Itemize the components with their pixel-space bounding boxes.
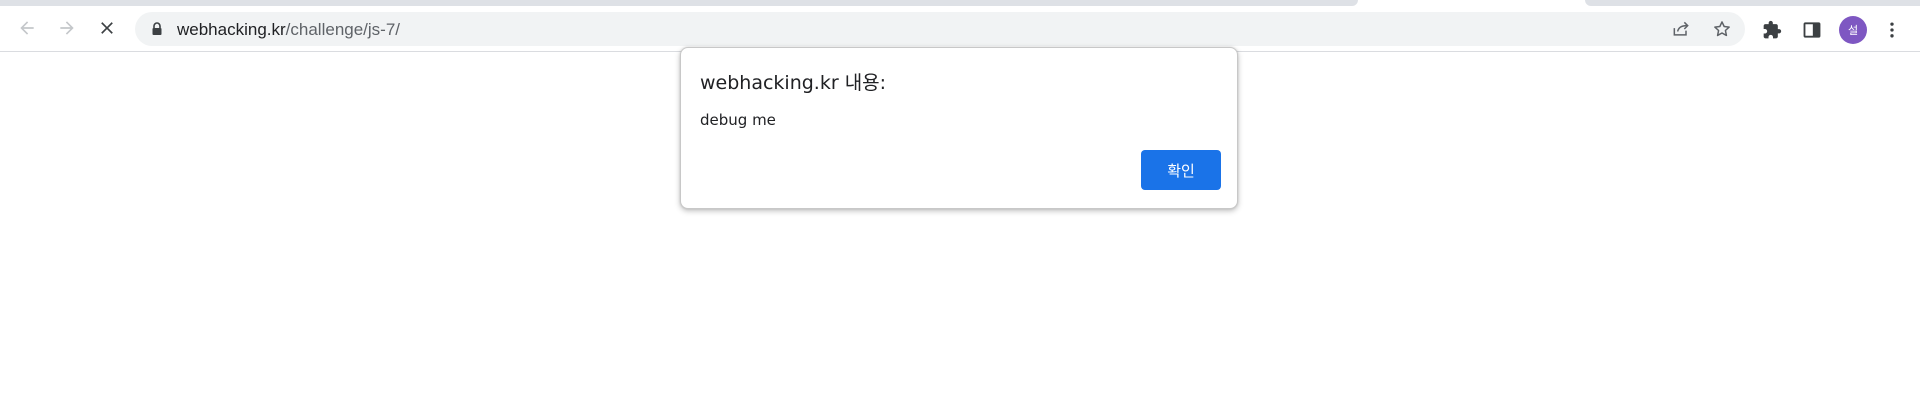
puzzle-icon[interactable] <box>1761 19 1783 41</box>
share-icon[interactable] <box>1670 18 1692 40</box>
side-panel-icon[interactable] <box>1801 19 1823 41</box>
profile-avatar[interactable]: 설 <box>1839 16 1867 44</box>
tab-strip <box>0 0 1920 10</box>
url-path: /challenge/js-7/ <box>285 20 401 39</box>
back-arrow-icon <box>17 18 37 43</box>
back-button[interactable] <box>11 14 43 46</box>
inactive-tab-right[interactable] <box>1585 0 1920 6</box>
alert-dialog: webhacking.kr 내용: debug me 확인 <box>680 47 1238 209</box>
star-icon[interactable] <box>1711 18 1733 40</box>
lock-icon[interactable] <box>149 21 165 37</box>
browser-toolbar: webhacking.kr/challenge/js-7/ 설 <box>0 10 1920 52</box>
ok-button[interactable]: 확인 <box>1141 150 1221 190</box>
kebab-menu-icon[interactable] <box>1881 19 1903 41</box>
dialog-title: webhacking.kr 내용: <box>700 72 887 94</box>
stop-loading-icon <box>97 18 117 43</box>
url-text[interactable]: webhacking.kr/challenge/js-7/ <box>177 20 400 39</box>
dialog-message: debug me <box>700 111 776 129</box>
forward-button[interactable] <box>51 14 83 46</box>
inactive-tab-left[interactable] <box>0 0 1358 6</box>
forward-arrow-icon <box>57 18 77 43</box>
stop-button[interactable] <box>91 14 123 46</box>
url-host: webhacking.kr <box>177 20 286 39</box>
address-bar[interactable]: webhacking.kr/challenge/js-7/ <box>135 12 1745 46</box>
